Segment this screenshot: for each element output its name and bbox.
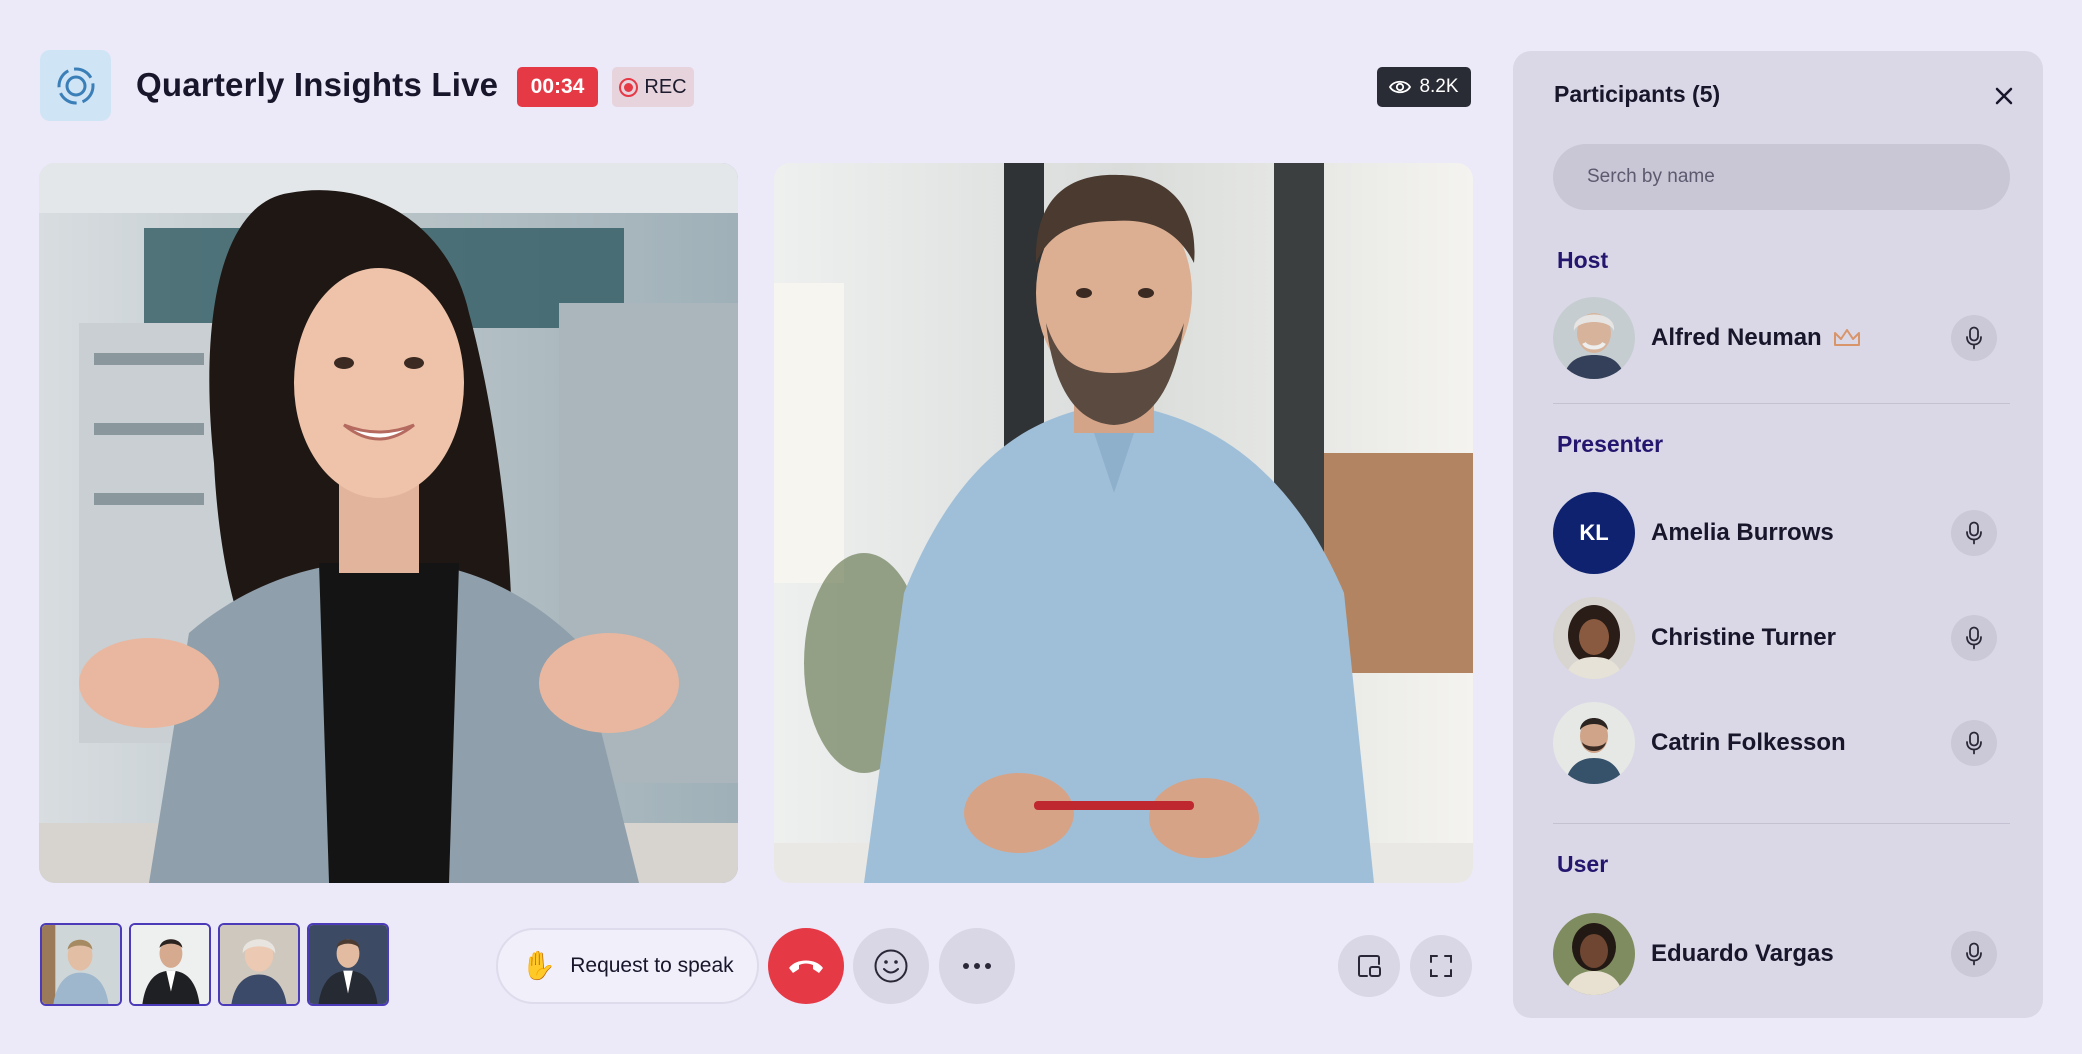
crown-icon [1832, 327, 1862, 349]
more-options-button[interactable] [939, 928, 1015, 1004]
microphone-icon [1966, 626, 1982, 650]
thumbnail-1[interactable] [40, 923, 122, 1006]
thumbnail-image-3 [220, 925, 298, 1004]
participant-name: Christine Turner [1651, 624, 1836, 651]
request-to-speak-label: Request to speak [570, 954, 734, 977]
mute-button[interactable] [1951, 615, 1997, 661]
avatar [1553, 597, 1635, 679]
avatar-image [1553, 913, 1635, 995]
thumbnail-4[interactable] [307, 923, 389, 1006]
participant-search-input[interactable] [1553, 144, 2010, 210]
participants-title: Participants (5) [1554, 81, 1721, 107]
ellipsis-icon [963, 963, 991, 969]
fullscreen-icon [1430, 955, 1452, 977]
avatar: KL [1553, 492, 1635, 574]
participant-name: Alfred Neuman [1651, 324, 1822, 351]
reaction-button[interactable] [853, 928, 929, 1004]
microphone-icon [1966, 521, 1982, 545]
video-tile-1[interactable] [39, 163, 738, 883]
avatar-image [1553, 597, 1635, 679]
video-tile-2[interactable] [774, 163, 1473, 883]
thumbnail-image-4 [309, 925, 387, 1004]
divider [1553, 403, 2010, 404]
viewer-count-badge: 8.2K [1377, 67, 1471, 107]
raised-hand-icon: ✋ [521, 950, 557, 981]
avatar [1553, 913, 1635, 995]
mute-button[interactable] [1951, 720, 1997, 766]
viewer-count: 8.2K [1419, 76, 1459, 97]
mute-button[interactable] [1951, 315, 1997, 361]
timer-badge: 00:34 [517, 67, 598, 107]
thumbnail-image-1 [42, 925, 120, 1004]
avatar-image [1553, 702, 1635, 784]
phone-hangup-icon [789, 960, 823, 973]
section-label-host: Host [1557, 247, 1609, 273]
picture-in-picture-icon [1358, 955, 1381, 977]
participant-row-presenter-2[interactable]: Christine Turner [1553, 597, 2010, 679]
rec-label: REC [644, 75, 687, 98]
mute-button[interactable] [1951, 510, 1997, 556]
meeting-title: Quarterly Insights Live [136, 66, 499, 103]
microphone-icon [1966, 942, 1982, 966]
request-to-speak-button[interactable]: ✋ Request to speak [496, 928, 759, 1004]
avatar [1553, 297, 1635, 379]
microphone-icon [1966, 326, 1982, 350]
smiley-icon [874, 949, 908, 983]
record-dot-icon [619, 77, 639, 97]
participant-row-presenter-3[interactable]: Catrin Folkesson [1553, 702, 2010, 784]
thumbnail-3[interactable] [218, 923, 300, 1006]
app-logo [40, 50, 111, 121]
participant-name: Amelia Burrows [1651, 519, 1834, 546]
video-feed-1 [39, 163, 738, 883]
thumbnail-2[interactable] [129, 923, 211, 1006]
close-icon [1995, 87, 2013, 105]
participant-row-host[interactable]: Alfred Neuman [1553, 297, 2010, 379]
rec-badge: REC [612, 67, 694, 107]
divider [1553, 823, 2010, 824]
mute-button[interactable] [1951, 931, 1997, 977]
participant-name: Catrin Folkesson [1651, 729, 1846, 756]
participant-row-presenter-1[interactable]: KL Amelia Burrows [1553, 492, 2010, 574]
participant-row-user-1[interactable]: Eduardo Vargas [1553, 913, 2010, 995]
eye-icon [1389, 80, 1412, 94]
section-label-user: User [1557, 851, 1609, 877]
participant-name: Eduardo Vargas [1651, 940, 1834, 967]
avatar [1553, 702, 1635, 784]
avatar-image [1553, 297, 1635, 379]
video-feed-2 [774, 163, 1473, 883]
end-call-button[interactable] [768, 928, 844, 1004]
thumbnail-image-2 [131, 925, 209, 1004]
picture-in-picture-button[interactable] [1338, 935, 1400, 997]
target-rings-icon [57, 67, 94, 104]
fullscreen-button[interactable] [1410, 935, 1472, 997]
participants-panel: Participants (5) Host Alfred Neuman [1513, 51, 2043, 1018]
close-panel-button[interactable] [1989, 81, 2019, 111]
section-label-presenter: Presenter [1557, 431, 1664, 457]
microphone-icon [1966, 731, 1982, 755]
participant-thumbnails [40, 923, 389, 1006]
